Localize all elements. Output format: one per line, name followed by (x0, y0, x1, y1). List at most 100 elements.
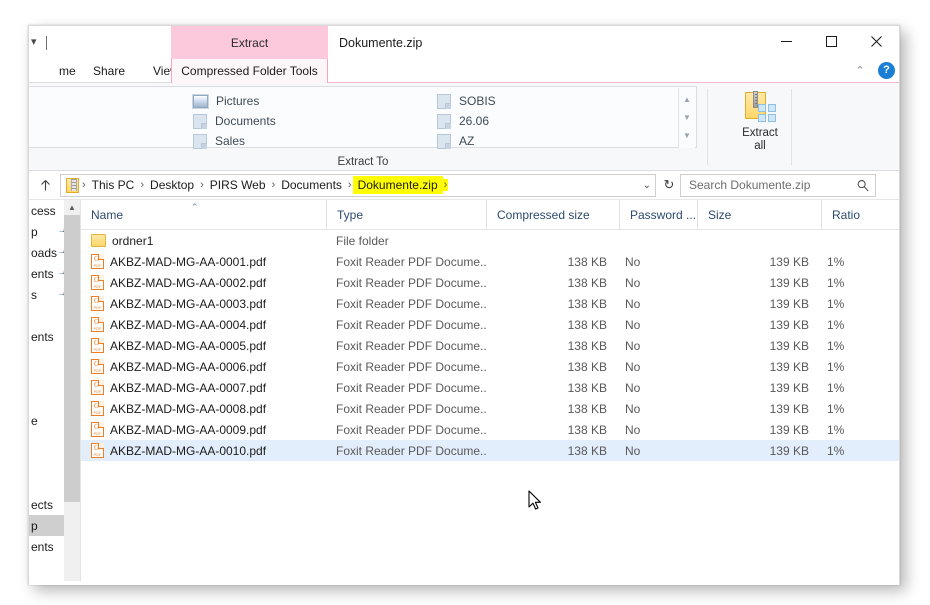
nav-item-desktop-label: p (31, 225, 38, 239)
gallery-item-pictures-label: Pictures (216, 94, 259, 108)
search-input[interactable] (687, 177, 857, 193)
column-header-password[interactable]: Password ... (619, 200, 697, 230)
gallery-expand-icon[interactable]: ▼ (683, 132, 691, 140)
extract-all-button[interactable]: Extract all (729, 86, 791, 166)
table-row[interactable]: G AKBZ-MAD-MG-AA-0009.pdf Foxit Reader P… (81, 419, 899, 440)
pdf-icon: G (91, 359, 104, 374)
search-box[interactable] (680, 174, 876, 197)
cell-type: Foxit Reader PDF Docume... (326, 356, 486, 377)
column-header-size-label: Size (708, 208, 731, 222)
ribbon-group-separator-2 (791, 89, 792, 165)
gallery-item-pictures[interactable]: Pictures (191, 91, 416, 111)
extract-all-label: Extract all (742, 127, 778, 153)
quick-access-toolbar[interactable]: ▾ (29, 26, 169, 59)
help-icon[interactable]: ? (878, 62, 895, 79)
breadcrumb-dokumente-zip[interactable]: Dokumente.zip (353, 176, 443, 194)
ribbon-group-extract-to: Pictures Documents Sales (29, 86, 697, 170)
pdf-icon: G (91, 443, 104, 458)
cell-password: No (619, 314, 697, 335)
breadcrumb-this-pc[interactable]: This PC (87, 176, 140, 194)
nav-item-documents-label: ents (31, 267, 54, 281)
gallery-item-sobis[interactable]: SOBIS (435, 91, 660, 111)
nav-item-documents-2-label: ents (31, 330, 54, 344)
gallery-item-documents[interactable]: Documents (191, 111, 416, 131)
nav-item-desktop-2-label: p (31, 519, 38, 533)
sort-ascending-icon: ⌃ (191, 202, 199, 213)
cell-name: G AKBZ-MAD-MG-AA-0006.pdf (81, 356, 326, 377)
column-header-ratio-label: Ratio (832, 208, 860, 222)
file-name-label: AKBZ-MAD-MG-AA-0001.pdf (110, 255, 266, 269)
table-row[interactable]: G AKBZ-MAD-MG-AA-0008.pdf Foxit Reader P… (81, 398, 899, 419)
column-header-type[interactable]: Type (326, 200, 486, 230)
column-header-compressed-size-label: Compressed size (497, 208, 590, 222)
qat-dropdown-icon[interactable]: ▾ (31, 37, 37, 48)
cell-compressed-size: 138 KB (486, 419, 619, 440)
refresh-glyph: ↻ (664, 177, 675, 193)
breadcrumb[interactable]: › This PC › Desktop › PIRS Web › Documen… (60, 174, 656, 197)
document-icon (193, 134, 207, 149)
contextual-tab-group-header: Extract (171, 26, 328, 59)
table-row[interactable]: G AKBZ-MAD-MG-AA-0006.pdf Foxit Reader P… (81, 356, 899, 377)
extract-to-gallery[interactable]: Pictures Documents Sales (29, 86, 697, 148)
table-row[interactable]: G AKBZ-MAD-MG-AA-0004.pdf Foxit Reader P… (81, 314, 899, 335)
search-icon[interactable] (857, 179, 869, 192)
gallery-item-documents-label: Documents (215, 114, 276, 128)
column-header-name[interactable]: ⌃ Name (81, 200, 326, 230)
breadcrumb-separator[interactable]: › (443, 179, 449, 191)
pdf-icon: G (91, 380, 104, 395)
cell-name: G AKBZ-MAD-MG-AA-0005.pdf (81, 335, 326, 356)
gallery-scroll-down-icon[interactable]: ▼ (683, 114, 691, 122)
cell-type: Foxit Reader PDF Docume... (326, 440, 486, 461)
close-button[interactable] (854, 26, 899, 57)
gallery-item-2606[interactable]: 26.06 (435, 111, 660, 131)
table-row[interactable]: G AKBZ-MAD-MG-AA-0005.pdf Foxit Reader P… (81, 335, 899, 356)
gallery-item-sales[interactable]: Sales (191, 131, 416, 151)
cell-compressed-size: 138 KB (486, 377, 619, 398)
breadcrumb-documents[interactable]: Documents (276, 176, 347, 194)
column-header-size[interactable]: Size (697, 200, 821, 230)
breadcrumb-dropdown-icon[interactable]: ⌄ (643, 180, 651, 191)
gallery-scrollbar[interactable]: ▲ ▼ ▼ (678, 88, 695, 148)
cell-size: 139 KB (697, 440, 821, 461)
table-row[interactable]: G AKBZ-MAD-MG-AA-0010.pdf Foxit Reader P… (81, 440, 899, 461)
column-header-type-label: Type (337, 208, 363, 222)
gallery-item-az[interactable]: AZ (435, 131, 660, 151)
minimize-button[interactable] (764, 26, 809, 57)
nav-item-pictures-label: s (31, 288, 37, 302)
cell-password: No (619, 335, 697, 356)
address-bar: › This PC › Desktop › PIRS Web › Documen… (29, 171, 899, 200)
table-row[interactable]: G AKBZ-MAD-MG-AA-0001.pdf Foxit Reader P… (81, 251, 899, 272)
nav-scroll-thumb[interactable] (64, 215, 80, 502)
cell-size: 139 KB (697, 335, 821, 356)
cell-ratio (821, 230, 891, 251)
table-row[interactable]: G AKBZ-MAD-MG-AA-0003.pdf Foxit Reader P… (81, 293, 899, 314)
cell-name: G AKBZ-MAD-MG-AA-0008.pdf (81, 398, 326, 419)
table-row[interactable]: G AKBZ-MAD-MG-AA-0007.pdf Foxit Reader P… (81, 377, 899, 398)
refresh-icon[interactable]: ↻ (658, 174, 680, 197)
breadcrumb-desktop[interactable]: Desktop (145, 176, 199, 194)
cell-compressed-size: 138 KB (486, 335, 619, 356)
navigation-pane-scrollbar[interactable]: ▲ (64, 200, 80, 581)
document-icon (437, 94, 451, 109)
cell-type: Foxit Reader PDF Docume... (326, 335, 486, 356)
navigate-up-icon[interactable] (32, 173, 58, 197)
table-row[interactable]: G AKBZ-MAD-MG-AA-0002.pdf Foxit Reader P… (81, 272, 899, 293)
pdf-icon: G (91, 254, 104, 269)
table-row[interactable]: ordner1 File folder (81, 230, 899, 251)
cell-type: File folder (326, 230, 486, 251)
tab-compressed-folder-tools[interactable]: Compressed Folder Tools (171, 59, 328, 83)
cell-password (619, 230, 697, 251)
tab-share[interactable]: Share (81, 59, 137, 83)
cell-type: Foxit Reader PDF Docume... (326, 398, 486, 419)
nav-scroll-up-icon[interactable]: ▲ (64, 200, 80, 215)
gallery-scroll-up-icon[interactable]: ▲ (683, 96, 691, 104)
column-header-name-label: Name (91, 208, 123, 222)
cell-password: No (619, 440, 697, 461)
column-header-ratio[interactable]: Ratio (821, 200, 891, 230)
collapse-ribbon-icon[interactable]: ⌃ (850, 60, 870, 80)
maximize-button[interactable] (809, 26, 854, 57)
cell-compressed-size: 138 KB (486, 356, 619, 377)
breadcrumb-pirs-web[interactable]: PIRS Web (205, 176, 271, 194)
column-header-compressed-size[interactable]: Compressed size (486, 200, 619, 230)
cell-password: No (619, 419, 697, 440)
